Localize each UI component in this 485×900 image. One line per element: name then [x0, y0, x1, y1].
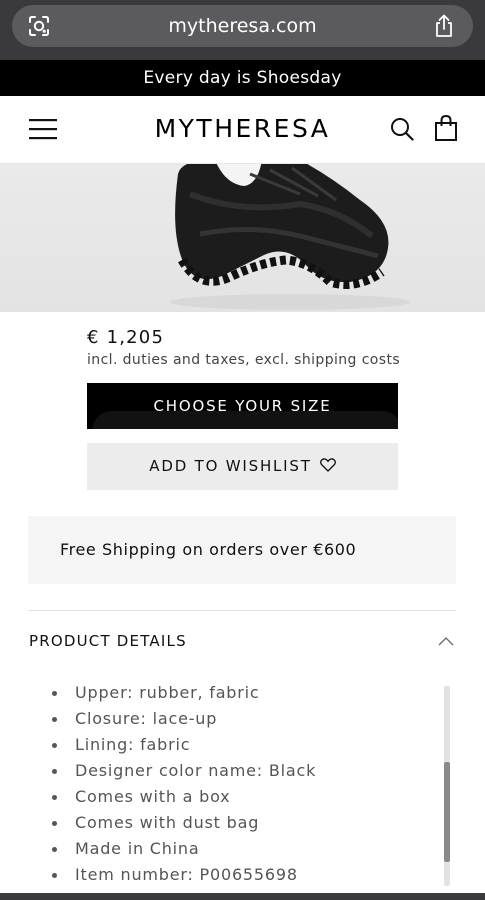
heart-icon — [319, 458, 336, 472]
details-scrollbar-thumb[interactable] — [444, 762, 450, 862]
product-details-toggle[interactable]: PRODUCT DETAILS — [28, 620, 456, 662]
sneaker-illustration — [170, 164, 410, 310]
list-item: Made in China — [52, 836, 432, 862]
bullet-icon — [52, 717, 57, 722]
list-item: Comes with dust bag — [52, 810, 432, 836]
url-text[interactable]: mytheresa.com — [12, 5, 473, 47]
list-item: Upper: rubber, fabric — [52, 680, 432, 706]
bullet-icon — [52, 873, 57, 878]
promo-banner[interactable]: Every day is Shoesday — [0, 60, 485, 96]
list-item: Lining: fabric — [52, 732, 432, 758]
price-note: incl. duties and taxes, excl. shipping c… — [87, 352, 401, 368]
list-item-text: Lining: fabric — [75, 735, 191, 754]
address-bar[interactable]: mytheresa.com — [12, 5, 473, 47]
product-details-list: Upper: rubber, fabric Closure: lace-up L… — [52, 680, 432, 888]
bullet-icon — [52, 691, 57, 696]
product-image[interactable] — [0, 164, 485, 312]
bag-icon[interactable] — [434, 114, 458, 142]
bullet-icon — [52, 769, 57, 774]
site-header: MYTHERESA — [0, 96, 485, 164]
product-details-title: PRODUCT DETAILS — [29, 632, 187, 650]
list-item-text: Item number: P00655698 — [75, 865, 298, 884]
choose-size-label: CHOOSE YOUR SIZE — [153, 397, 332, 415]
list-item-text: Upper: rubber, fabric — [75, 683, 260, 702]
list-item-text: Comes with dust bag — [75, 813, 260, 832]
bullet-icon — [52, 821, 57, 826]
share-icon[interactable] — [433, 14, 455, 38]
list-item-text: Designer color name: Black — [75, 761, 317, 780]
browser-bottom-bar — [0, 893, 485, 900]
search-icon[interactable] — [390, 117, 414, 141]
chevron-up-icon[interactable] — [438, 636, 454, 646]
add-to-wishlist-button[interactable]: ADD TO WISHLIST — [87, 443, 398, 490]
product-price: € 1,205 — [87, 327, 165, 348]
bullet-icon — [52, 795, 57, 800]
bullet-icon — [52, 743, 57, 748]
list-item-text: Closure: lace-up — [75, 709, 218, 728]
bullet-icon — [52, 847, 57, 852]
list-item: Closure: lace-up — [52, 706, 432, 732]
wishlist-label: ADD TO WISHLIST — [149, 457, 312, 475]
browser-toolbar: mytheresa.com — [0, 0, 485, 60]
list-item-text: Comes with a box — [75, 787, 231, 806]
list-item: Designer color name: Black — [52, 758, 432, 784]
list-item: Comes with a box — [52, 784, 432, 810]
list-item-text: Made in China — [75, 839, 200, 858]
divider — [28, 610, 456, 611]
list-item: Item number: P00655698 — [52, 862, 432, 888]
shipping-info-box: Free Shipping on orders over €600 — [28, 516, 456, 584]
shipping-text: Free Shipping on orders over €600 — [60, 540, 357, 559]
choose-size-button[interactable]: CHOOSE YOUR SIZE — [87, 383, 398, 429]
